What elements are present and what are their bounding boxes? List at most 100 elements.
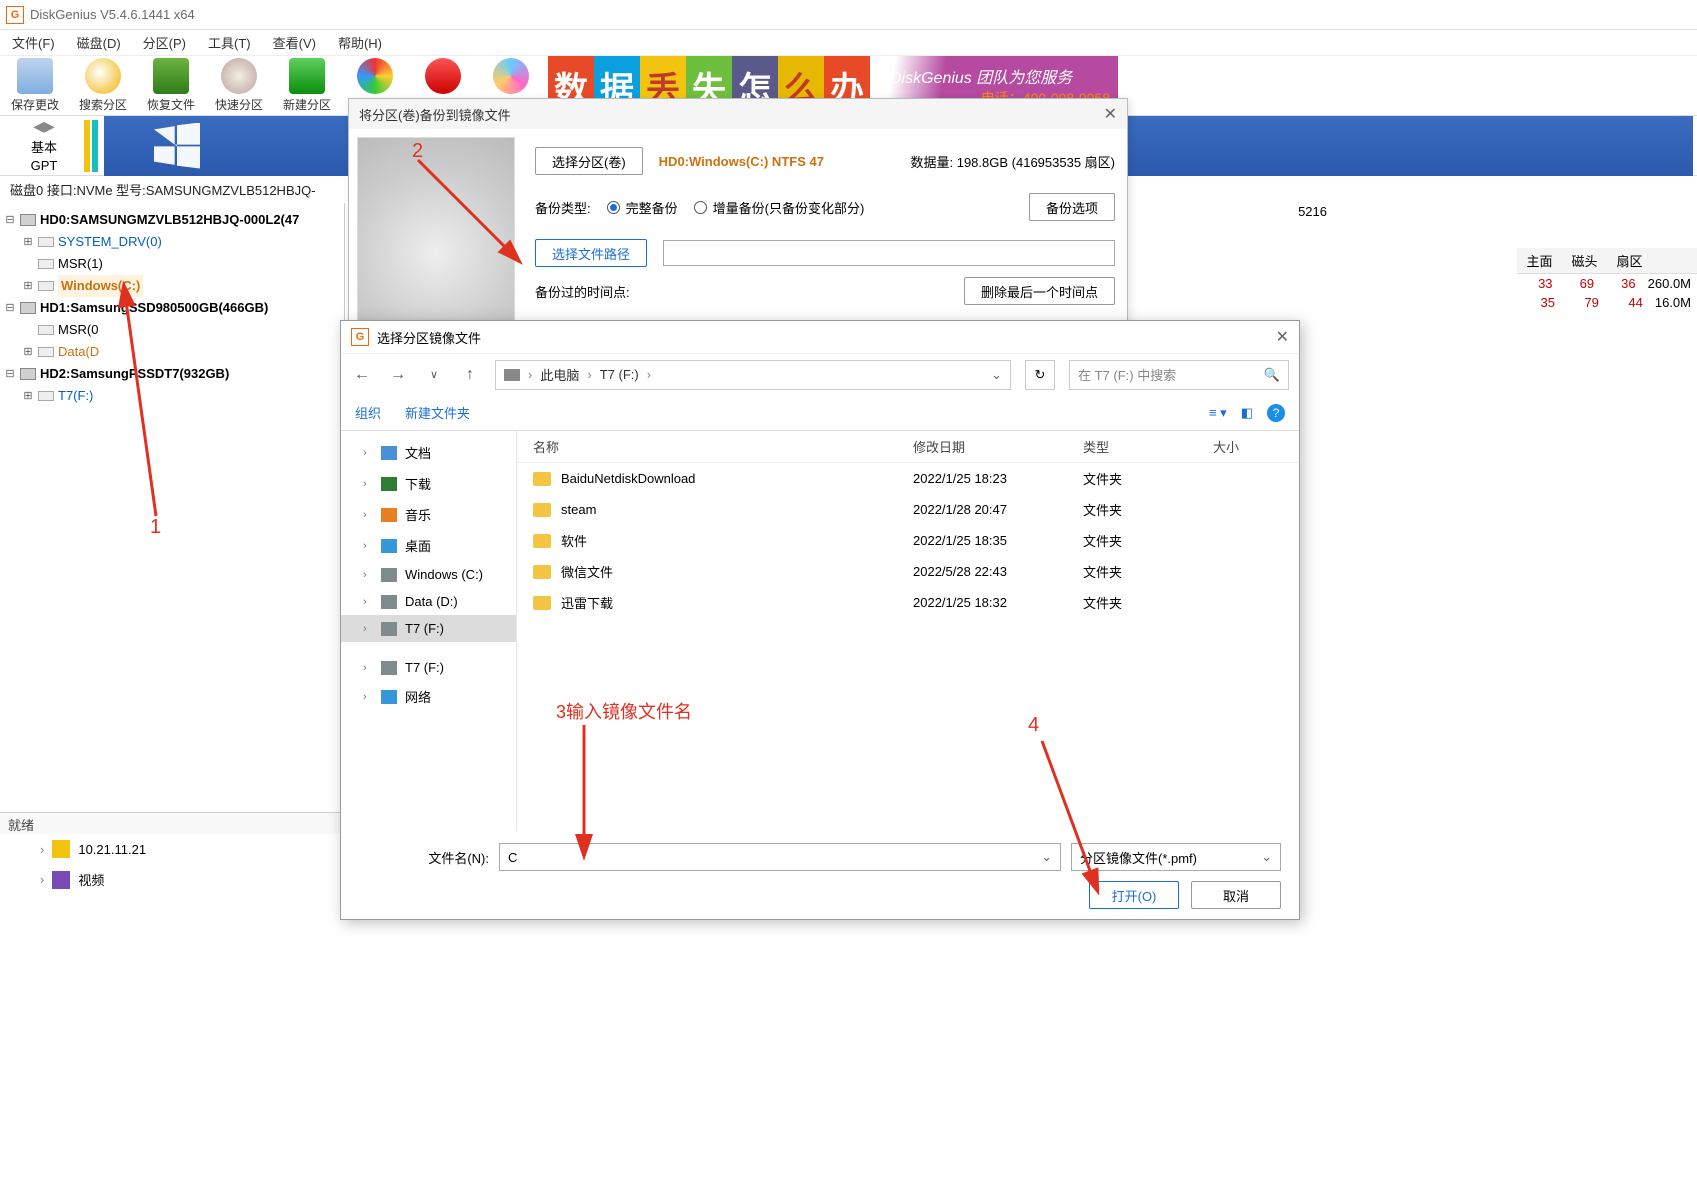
view-mode-icon[interactable]: ≡ ▾ (1209, 405, 1227, 421)
partition-icon (38, 259, 54, 269)
nav-item[interactable]: ›网络 (341, 681, 516, 712)
data-amount: 数据量: 198.8GB (416953535 扇区) (911, 152, 1116, 171)
tb-recover[interactable]: 恢复文件 (142, 58, 200, 113)
nav-item[interactable]: ›音乐 (341, 499, 516, 530)
diskline-tail: 5216 (1298, 204, 1327, 219)
refresh-button[interactable]: ↻ (1025, 360, 1055, 390)
menu-partition[interactable]: 分区(P) (143, 33, 186, 52)
nav-pane: ›文档›下载›音乐›桌面›Windows (C:)›Data (D:)›T7 (… (341, 431, 517, 831)
partition-icon (38, 281, 54, 291)
annotation-arrow-1 (116, 296, 176, 529)
partition-info: HD0:Windows(C:) NTFS 47 (659, 154, 824, 169)
tb-newpart[interactable]: 新建分区 (278, 58, 336, 113)
nav-icon (381, 622, 397, 636)
tree-part-t7-f[interactable]: T7(F:) (58, 385, 93, 407)
tb-quickpart[interactable]: 快速分区 (210, 58, 268, 113)
tree-part-msr0[interactable]: MSR(0 (58, 319, 98, 341)
side-item-network[interactable]: ›10.21.11.21 (0, 834, 340, 864)
menu-view[interactable]: 查看(V) (273, 33, 316, 52)
nav-icon (381, 661, 397, 675)
annotation-1: 1 (150, 516, 161, 539)
forward-icon[interactable]: → (387, 366, 409, 384)
search-input[interactable]: 在 T7 (F:) 中搜索 🔍 (1069, 360, 1289, 390)
select-partition-button[interactable]: 选择分区(卷) (535, 147, 643, 175)
preview-pane-icon[interactable]: ◧ (1241, 405, 1253, 421)
file-picker-dialog: G选择分区镜像文件 ✕ ← → ∨ ↑ ›此电脑 ›T7 (F:) › ⌄ ↻ … (340, 320, 1300, 920)
nav-icon (381, 568, 397, 582)
tree-part-msr1[interactable]: MSR(1) (58, 253, 103, 275)
nav-icon (381, 690, 397, 704)
computer-icon (52, 840, 70, 858)
annotation-3: 3输入镜像文件名 (556, 698, 692, 724)
menu-help[interactable]: 帮助(H) (338, 33, 382, 52)
menu-disk[interactable]: 磁盘(D) (77, 33, 121, 52)
col-date[interactable]: 修改日期 (913, 437, 1083, 456)
nav-item[interactable]: ›Data (D:) (341, 588, 516, 615)
video-icon (52, 871, 70, 889)
file-picker-title: 选择分区镜像文件 (377, 328, 481, 347)
cancel-button[interactable]: 取消 (1191, 881, 1281, 909)
chevron-down-icon[interactable]: ⌄ (991, 367, 1002, 383)
search-icon: 🔍 (1264, 367, 1280, 383)
folder-icon (533, 565, 551, 579)
nav-item[interactable]: ›T7 (F:) (341, 615, 516, 642)
tb-search[interactable]: 搜索分区 (74, 58, 132, 113)
nav-icon (381, 539, 397, 553)
nav-item[interactable]: ›T7 (F:) (341, 654, 516, 681)
up-icon[interactable]: ↑ (459, 366, 481, 384)
disk-icon (20, 302, 36, 314)
col-type[interactable]: 类型 (1083, 437, 1213, 456)
drive-icon (504, 369, 520, 381)
file-list: 名称 修改日期 类型 大小 BaiduNetdiskDownload2022/1… (517, 431, 1299, 831)
backup-options-button[interactable]: 备份选项 (1029, 193, 1115, 221)
help-icon[interactable]: ? (1267, 404, 1285, 422)
col-name[interactable]: 名称 (533, 437, 913, 456)
right-columns-peek: 主面磁头扇区 336936260.0M 35794416.0M (1517, 248, 1697, 312)
menu-tools[interactable]: 工具(T) (208, 33, 251, 52)
close-icon[interactable]: ✕ (1276, 327, 1289, 347)
file-row[interactable]: 迅雷下载2022/1/25 18:32文件夹 (517, 587, 1299, 618)
history-dropdown-icon[interactable]: ∨ (423, 368, 445, 381)
delete-last-timepoint-button[interactable]: 删除最后一个时间点 (964, 277, 1115, 305)
tree-part-systemdrv[interactable]: SYSTEM_DRV(0) (58, 231, 162, 253)
radio-full-backup[interactable]: 完整备份 (607, 198, 678, 217)
annotation-arrow-4 (1032, 736, 1112, 889)
annotation-arrow-2 (408, 150, 528, 263)
file-row[interactable]: 软件2022/1/25 18:35文件夹 (517, 525, 1299, 556)
breadcrumb[interactable]: ›此电脑 ›T7 (F:) › ⌄ (495, 360, 1011, 390)
tb-save[interactable]: 保存更改 (6, 58, 64, 113)
nav-icon (381, 508, 397, 522)
window-titlebar: G DiskGenius V5.4.6.1441 x64 (0, 0, 1697, 30)
tree-disk-0[interactable]: HD0:SAMSUNGMZVLB512HBJQ-000L2(47 (40, 209, 299, 231)
nav-icon (381, 595, 397, 609)
organize-button[interactable]: 组织 (355, 403, 381, 422)
file-path-input[interactable] (663, 240, 1115, 266)
new-folder-button[interactable]: 新建文件夹 (405, 403, 470, 422)
windows-logo-icon (154, 123, 200, 169)
window-title: DiskGenius V5.4.6.1441 x64 (30, 7, 195, 22)
menu-file[interactable]: 文件(F) (12, 33, 55, 52)
annotation-arrow-3 (572, 720, 602, 853)
file-row[interactable]: steam2022/1/28 20:47文件夹 (517, 494, 1299, 525)
file-row[interactable]: BaiduNetdiskDownload2022/1/25 18:23文件夹 (517, 463, 1299, 494)
partition-icon (38, 347, 54, 357)
folder-icon (533, 472, 551, 486)
back-icon[interactable]: ← (351, 366, 373, 384)
nav-item[interactable]: ›Windows (C:) (341, 561, 516, 588)
radio-incremental-backup[interactable]: 增量备份(只备份变化部分) (694, 198, 865, 217)
nav-item[interactable]: ›桌面 (341, 530, 516, 561)
filename-label: 文件名(N): (359, 848, 489, 867)
menu-bar: 文件(F) 磁盘(D) 分区(P) 工具(T) 查看(V) 帮助(H) (0, 30, 1697, 56)
close-icon[interactable]: ✕ (1104, 104, 1117, 124)
tree-part-windows-c[interactable]: Windows(C:) (58, 275, 143, 297)
nav-item[interactable]: ›文档 (341, 437, 516, 468)
disk-nav[interactable]: ◀▶ (33, 118, 55, 135)
nav-item[interactable]: ›下载 (341, 468, 516, 499)
side-item-video[interactable]: ›视频 (0, 864, 340, 895)
tree-part-data-d[interactable]: Data(D (58, 341, 99, 363)
partition-icon (38, 391, 54, 401)
partition-icon (38, 237, 54, 247)
col-size[interactable]: 大小 (1213, 437, 1283, 456)
file-row[interactable]: 微信文件2022/5/28 22:43文件夹 (517, 556, 1299, 587)
select-file-path-button[interactable]: 选择文件路径 (535, 239, 647, 267)
